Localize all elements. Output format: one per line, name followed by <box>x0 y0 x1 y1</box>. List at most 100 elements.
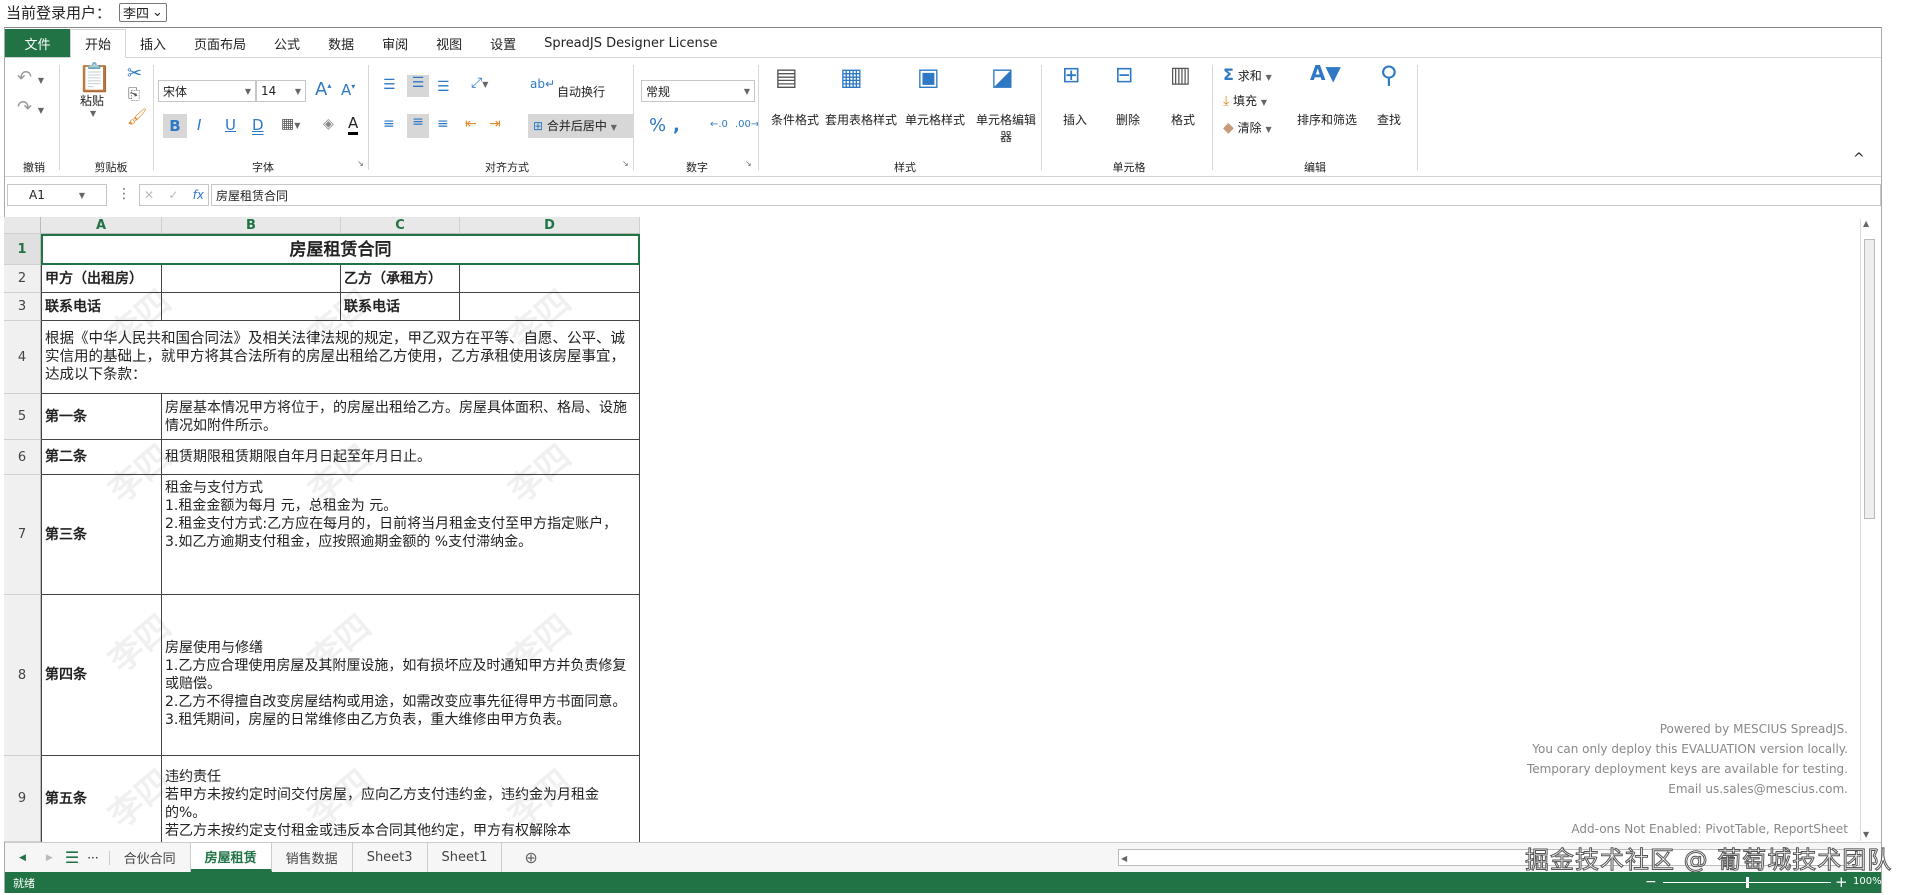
sheet-tab[interactable]: 销售数据 <box>272 843 353 872</box>
select-all-corner[interactable] <box>4 217 41 234</box>
sheet-tab-active[interactable]: 房屋租赁 <box>190 843 272 872</box>
column-header[interactable]: A <box>41 217 162 234</box>
article-text[interactable]: 违约责任 若甲方未按约定时间交付房屋，应向乙方支付违约金，违约金为月租金的%。 … <box>162 756 640 842</box>
border-icon[interactable]: ▦▼ <box>281 116 300 132</box>
redo-icon[interactable]: ↷ ▼ <box>17 97 44 118</box>
tab-formulas[interactable]: 公式 <box>260 29 314 57</box>
scroll-left-icon[interactable]: ◀ <box>1119 854 1127 863</box>
column-header[interactable]: D <box>460 217 640 234</box>
row-header[interactable]: 2 <box>4 265 41 293</box>
orientation-icon[interactable]: ⤢▼ <box>471 75 488 91</box>
column-header[interactable]: B <box>162 217 341 234</box>
cell-d2[interactable] <box>460 265 640 293</box>
article-name[interactable]: 第五条 <box>41 756 162 842</box>
paste-icon[interactable]: 📋 <box>77 61 112 94</box>
wrap-text-button[interactable]: 自动换行 <box>557 83 605 100</box>
fill-button[interactable]: ⤓ 填充 ▼ <box>1223 92 1267 109</box>
tab-settings[interactable]: 设置 <box>476 29 530 57</box>
align-bottom-icon[interactable]: ☰ <box>437 79 450 95</box>
sheet-list-icon[interactable]: ☰ <box>59 848 85 867</box>
row-header[interactable]: 3 <box>4 293 41 321</box>
increase-decimal-icon[interactable]: ←.0 <box>710 119 728 130</box>
row-header[interactable]: 1 <box>4 234 41 265</box>
align-right-icon[interactable]: ≡ <box>437 116 449 132</box>
cell-style-button[interactable]: 单元格样式 <box>900 111 970 128</box>
increase-font-icon[interactable]: A▴ <box>315 79 331 100</box>
column-header[interactable]: C <box>341 217 460 234</box>
article-text[interactable]: 房屋使用与修缮 1.乙方应合理使用房屋及其附厘设施，如有损坏应及时通知甲方并负责… <box>162 595 640 756</box>
name-box[interactable]: A1 ▼ <box>7 184 107 206</box>
sort-filter-icon[interactable]: A▼ <box>1310 61 1341 85</box>
collapse-ribbon-icon[interactable]: ^ <box>1853 151 1865 167</box>
zoom-slider-thumb[interactable] <box>1746 877 1749 888</box>
user-select[interactable]: 李四 ⌄ <box>119 2 167 22</box>
font-name-select[interactable]: 宋体 ▼ <box>158 80 256 102</box>
cell-style-icon[interactable]: ▣ <box>917 63 940 91</box>
sheet-tab[interactable]: Sheet3 <box>353 843 428 872</box>
font-dialog-icon[interactable]: ↘ <box>357 159 364 168</box>
scroll-up-icon[interactable]: ▲ <box>1863 219 1869 228</box>
tab-file[interactable]: 文件 <box>5 29 70 57</box>
decrease-indent-icon[interactable]: ⇤ <box>465 116 477 132</box>
delete-cells-button[interactable]: 删除 <box>1116 111 1140 128</box>
row-header[interactable]: 9 <box>4 756 41 842</box>
decrease-decimal-icon[interactable]: .00→ <box>735 119 759 130</box>
more-icon[interactable]: ⋮ <box>117 186 131 202</box>
align-center-icon[interactable]: ≡ <box>407 114 429 138</box>
autosum-button[interactable]: Σ 求和 ▼ <box>1223 65 1272 84</box>
row-header[interactable]: 6 <box>4 440 41 475</box>
tab-view[interactable]: 视图 <box>422 29 476 57</box>
fill-color-icon[interactable]: ◈ <box>323 116 334 132</box>
cell-a1-title[interactable]: 房屋租赁合同 <box>41 234 640 265</box>
clear-button[interactable]: ◆ 清除 ▼ <box>1223 119 1272 136</box>
cancel-icon[interactable]: ✕ <box>144 188 154 202</box>
find-button[interactable]: 查找 <box>1377 111 1401 128</box>
tab-insert[interactable]: 插入 <box>126 29 180 57</box>
merge-center-button[interactable]: ⊞ 合并后居中 ▼ <box>528 114 633 138</box>
cell-b3[interactable] <box>162 293 341 321</box>
cell-a4-preamble[interactable]: 根据《中华人民共和国合同法》及相关法律法规的规定，甲乙双方在平等、自愿、公平、诚… <box>41 321 640 394</box>
cell-c3[interactable]: 联系电话 <box>341 293 460 321</box>
double-underline-icon[interactable]: D <box>252 116 264 134</box>
cell-b2[interactable] <box>162 265 341 293</box>
bold-icon[interactable]: B <box>163 114 187 138</box>
zoom-out-icon[interactable]: − <box>1645 874 1657 890</box>
percent-icon[interactable]: % <box>649 115 666 136</box>
tab-review[interactable]: 审阅 <box>368 29 422 57</box>
format-cells-button[interactable]: 格式 <box>1171 111 1195 128</box>
number-dialog-icon[interactable]: ↘ <box>745 159 752 168</box>
cell-a2[interactable]: 甲方（出租房） <box>41 265 162 293</box>
tab-license[interactable]: SpreadJS Designer License <box>530 29 731 57</box>
tab-home[interactable]: 开始 <box>70 29 127 58</box>
conditional-format-icon[interactable]: ▤ <box>775 63 798 91</box>
tab-page-layout[interactable]: 页面布局 <box>180 29 260 57</box>
fx-icon[interactable]: fx <box>193 188 204 202</box>
italic-icon[interactable]: I <box>197 116 201 134</box>
cell-a3[interactable]: 联系电话 <box>41 293 162 321</box>
confirm-icon[interactable]: ✓ <box>168 188 178 202</box>
formula-input[interactable]: 房屋租赁合同 <box>211 184 1881 206</box>
conditional-format-button[interactable]: 条件格式 <box>765 111 825 128</box>
prev-sheet-icon[interactable]: ◀ <box>5 853 40 863</box>
cell-editor-icon[interactable]: ◪ <box>991 63 1014 91</box>
increase-indent-icon[interactable]: ⇥ <box>489 116 501 132</box>
undo-icon[interactable]: ↶ ▼ <box>17 67 44 88</box>
scroll-down-icon[interactable]: ▼ <box>1863 830 1869 839</box>
article-text[interactable]: 房屋基本情况甲方将位于，的房屋出租给乙方。房屋具体面积、格局、设施情况如附件所示… <box>162 394 640 440</box>
insert-cells-icon[interactable]: ⊞ <box>1062 63 1080 88</box>
underline-icon[interactable]: U <box>225 116 236 134</box>
table-style-button[interactable]: 套用表格样式 <box>825 111 897 128</box>
row-header[interactable]: 7 <box>4 475 41 595</box>
align-middle-icon[interactable]: ☰ <box>407 75 429 97</box>
add-sheet-icon[interactable]: ⊕ <box>502 848 559 867</box>
format-painter-icon[interactable]: 🖌 <box>127 107 147 126</box>
wrap-text-icon[interactable]: ab↵ <box>530 77 555 91</box>
table-style-icon[interactable]: ▦ <box>840 63 863 91</box>
align-dialog-icon[interactable]: ↘ <box>622 159 629 168</box>
comma-icon[interactable]: , <box>673 115 680 136</box>
font-size-select[interactable]: 14 ▼ <box>256 80 306 102</box>
paste-button[interactable]: 粘贴 <box>80 92 104 109</box>
align-left-icon[interactable]: ≡ <box>383 116 395 132</box>
article-text[interactable]: 租金与支付方式 1.租金金额为每月 元，总租金为 元。 2.租金支付方式:乙方应… <box>162 475 640 595</box>
sort-filter-button[interactable]: 排序和筛选 <box>1297 111 1357 128</box>
